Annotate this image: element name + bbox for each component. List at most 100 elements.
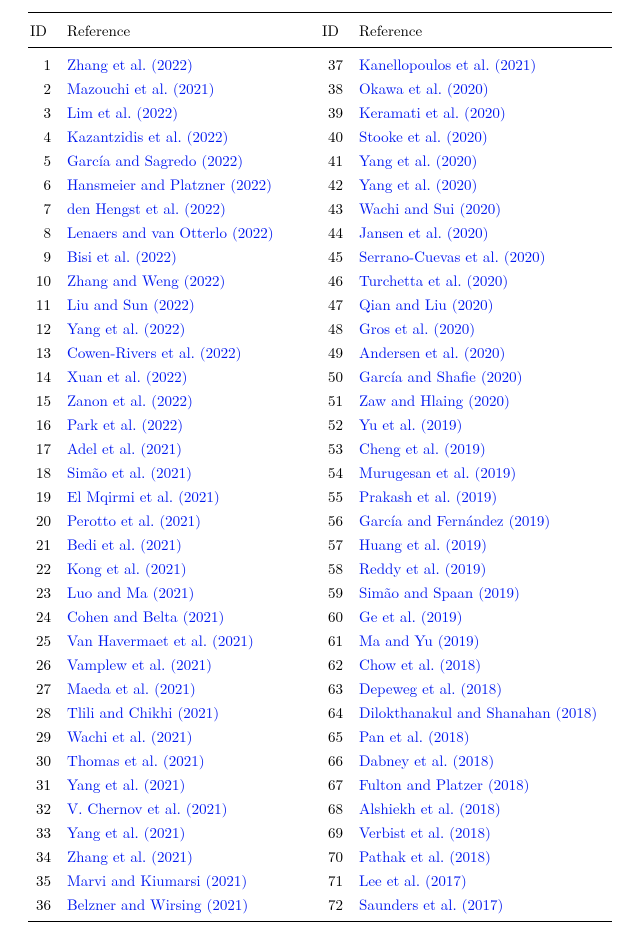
- ref-cell: Murugesan et al. (2019): [355, 461, 612, 485]
- reference-link[interactable]: Dilokthanakul and Shanahan (2018): [359, 702, 597, 723]
- reference-link[interactable]: El Mqirmi et al. (2021): [67, 486, 220, 507]
- table-row: 2Mazouchi et al. (2021)38Okawa et al. (2…: [28, 77, 612, 101]
- reference-link[interactable]: Ge et al. (2019): [359, 606, 462, 627]
- reference-link[interactable]: Liu and Sun (2022): [67, 294, 195, 315]
- id-cell: 54: [320, 461, 355, 485]
- id-cell: 18: [28, 461, 63, 485]
- id-cell: 40: [320, 125, 355, 149]
- reference-link[interactable]: Serrano-Cuevas et al. (2020): [359, 246, 545, 267]
- reference-link[interactable]: Pan et al. (2018): [359, 726, 470, 747]
- reference-link[interactable]: Maeda et al. (2021): [67, 678, 196, 699]
- table-row: 27Maeda et al. (2021)63Depeweg et al. (2…: [28, 677, 612, 701]
- reference-link[interactable]: Zaw and Hlaing (2020): [359, 390, 510, 411]
- id-cell: 24: [28, 605, 63, 629]
- reference-link[interactable]: Zanon et al. (2022): [67, 390, 193, 411]
- id-cell: 7: [28, 197, 63, 221]
- reference-link[interactable]: Hansmeier and Platzner (2022): [67, 174, 272, 195]
- reference-link[interactable]: Simão et al. (2021): [67, 462, 192, 483]
- reference-link[interactable]: Chow et al. (2018): [359, 654, 481, 675]
- id-cell: 72: [320, 893, 355, 922]
- reference-link[interactable]: Gros et al. (2020): [359, 318, 475, 339]
- reference-link[interactable]: Depeweg et al. (2018): [359, 678, 502, 699]
- reference-link[interactable]: Yang et al. (2020): [359, 174, 477, 195]
- reference-link[interactable]: Zhang et al. (2021): [67, 846, 193, 867]
- reference-link[interactable]: Yang et al. (2021): [67, 822, 185, 843]
- ref-cell: Reddy et al. (2019): [355, 557, 612, 581]
- reference-link[interactable]: Lenaers and van Otterlo (2022): [67, 222, 274, 243]
- reference-link[interactable]: Bisi et al. (2022): [67, 246, 177, 267]
- id-cell: 44: [320, 221, 355, 245]
- reference-link[interactable]: Andersen et al. (2020): [359, 342, 505, 363]
- references-table: ID Reference ID Reference 1Zhang et al. …: [28, 12, 612, 922]
- id-cell: 5: [28, 149, 63, 173]
- reference-link[interactable]: Reddy et al. (2019): [359, 558, 486, 579]
- reference-link[interactable]: Prakash et al. (2019): [359, 486, 497, 507]
- reference-link[interactable]: Yang et al. (2021): [67, 774, 185, 795]
- reference-link[interactable]: Cheng et al. (2019): [359, 438, 486, 459]
- id-cell: 10: [28, 269, 63, 293]
- reference-link[interactable]: Saunders et al. (2017): [359, 894, 503, 915]
- table-row: 13Cowen-Rivers et al. (2022)49Andersen e…: [28, 341, 612, 365]
- reference-link[interactable]: Park et al. (2022): [67, 414, 183, 435]
- reference-link[interactable]: García and Shafie (2020): [359, 366, 523, 387]
- table-row: 1Zhang et al. (2022)37Kanellopoulos et a…: [28, 48, 612, 77]
- reference-link[interactable]: Perotto et al. (2021): [67, 510, 201, 531]
- reference-link[interactable]: Wachi et al. (2021): [67, 726, 192, 747]
- ref-cell: Ma and Yu (2019): [355, 629, 612, 653]
- reference-link[interactable]: Lee et al. (2017): [359, 870, 467, 891]
- reference-link[interactable]: Murugesan et al. (2019): [359, 462, 516, 483]
- reference-link[interactable]: Xuan et al. (2022): [67, 366, 187, 387]
- reference-link[interactable]: V. Chernov et al. (2021): [67, 798, 227, 819]
- reference-link[interactable]: Pathak et al. (2018): [359, 846, 491, 867]
- reference-link[interactable]: García and Sagredo (2022): [67, 150, 243, 171]
- reference-link[interactable]: Belzner and Wirsing (2021): [67, 894, 248, 915]
- reference-link[interactable]: Tlili and Chikhi (2021): [67, 702, 219, 723]
- reference-link[interactable]: Zhang et al. (2022): [67, 54, 193, 75]
- reference-link[interactable]: Mazouchi et al. (2021): [67, 78, 215, 99]
- reference-link[interactable]: Huang et al. (2019): [359, 534, 487, 555]
- reference-link[interactable]: Bedi et al. (2021): [67, 534, 182, 555]
- reference-link[interactable]: Vamplew et al. (2021): [67, 654, 212, 675]
- id-cell: 69: [320, 821, 355, 845]
- reference-link[interactable]: Fulton and Platzer (2018): [359, 774, 530, 795]
- reference-link[interactable]: Kong et al. (2021): [67, 558, 187, 579]
- id-cell: 63: [320, 677, 355, 701]
- reference-link[interactable]: Zhang and Weng (2022): [67, 270, 225, 291]
- ref-cell: Yang et al. (2020): [355, 173, 612, 197]
- reference-link[interactable]: Yang et al. (2022): [67, 318, 185, 339]
- reference-link[interactable]: Luo and Ma (2021): [67, 582, 194, 603]
- reference-link[interactable]: Keramati et al. (2020): [359, 102, 506, 123]
- reference-link[interactable]: García and Fernández (2019): [359, 510, 550, 531]
- ref-cell: Bedi et al. (2021): [63, 533, 320, 557]
- reference-link[interactable]: Yu et al. (2019): [359, 414, 462, 435]
- reference-link[interactable]: Alshiekh et al. (2018): [359, 798, 501, 819]
- reference-link[interactable]: Verbist et al. (2018): [359, 822, 491, 843]
- table-row: 25Van Havermaet et al. (2021)61Ma and Yu…: [28, 629, 612, 653]
- table-row: 3Lim et al. (2022)39Keramati et al. (202…: [28, 101, 612, 125]
- ref-cell: Yang et al. (2021): [63, 821, 320, 845]
- reference-link[interactable]: Ma and Yu (2019): [359, 630, 479, 651]
- reference-link[interactable]: Lim et al. (2022): [67, 102, 178, 123]
- reference-link[interactable]: Jansen et al. (2020): [359, 222, 488, 243]
- table-row: 24Cohen and Belta (2021)60Ge et al. (201…: [28, 605, 612, 629]
- reference-link[interactable]: Stooke et al. (2020): [359, 126, 488, 147]
- ref-cell: Huang et al. (2019): [355, 533, 612, 557]
- reference-link[interactable]: Kazantzidis et al. (2022): [67, 126, 228, 147]
- reference-link[interactable]: Qian and Liu (2020): [359, 294, 493, 315]
- reference-link[interactable]: Dabney et al. (2018): [359, 750, 494, 771]
- reference-link[interactable]: Thomas et al. (2021): [67, 750, 205, 771]
- reference-link[interactable]: Marvi and Kiumarsi (2021): [67, 870, 247, 891]
- reference-link[interactable]: Turchetta et al. (2020): [359, 270, 508, 291]
- reference-link[interactable]: Adel et al. (2021): [67, 438, 182, 459]
- reference-link[interactable]: Yang et al. (2020): [359, 150, 477, 171]
- reference-link[interactable]: Simão and Spaan (2019): [359, 582, 520, 603]
- id-cell: 3: [28, 101, 63, 125]
- reference-link[interactable]: Wachi and Sui (2020): [359, 198, 501, 219]
- reference-link[interactable]: Cowen-Rivers et al. (2022): [67, 342, 241, 363]
- reference-link[interactable]: den Hengst et al. (2022): [67, 198, 226, 219]
- reference-link[interactable]: Van Havermaet et al. (2021): [67, 630, 254, 651]
- table-row: 10Zhang and Weng (2022)46Turchetta et al…: [28, 269, 612, 293]
- reference-link[interactable]: Okawa et al. (2020): [359, 78, 489, 99]
- reference-link[interactable]: Kanellopoulos et al. (2021): [359, 54, 536, 75]
- reference-link[interactable]: Cohen and Belta (2021): [67, 606, 224, 627]
